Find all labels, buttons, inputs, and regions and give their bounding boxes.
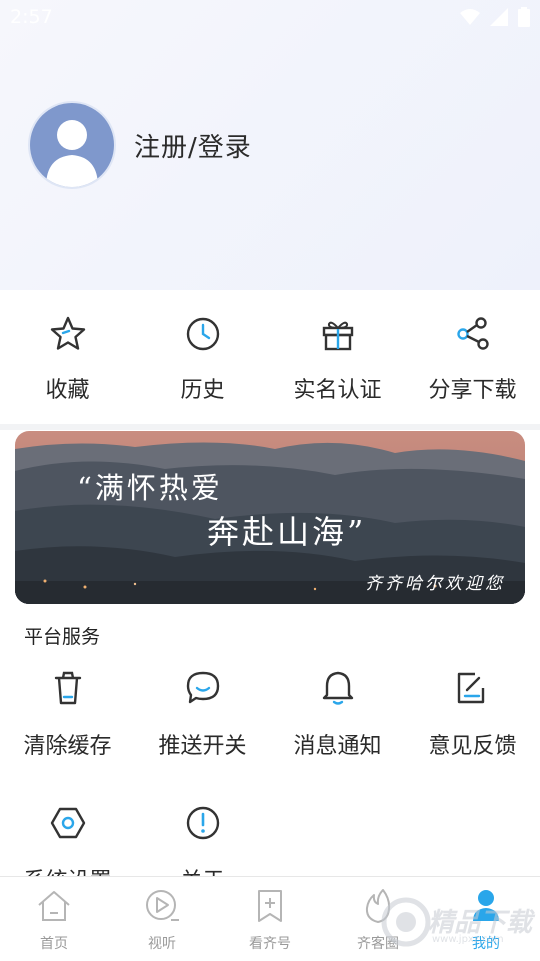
signal-icon bbox=[490, 8, 508, 26]
status-bar: 2:57 bbox=[0, 0, 540, 34]
history-label: 历史 bbox=[180, 378, 225, 403]
push-toggle-button[interactable]: 推送开关 bbox=[135, 668, 270, 760]
notifications-button[interactable]: 消息通知 bbox=[270, 668, 405, 760]
share-download-label: 分享下载 bbox=[428, 378, 517, 403]
quick-actions: 收藏 历史 实名认证 分享下载 bbox=[0, 292, 540, 424]
platform-services-title: 平台服务 bbox=[24, 626, 101, 648]
share-icon bbox=[456, 317, 489, 350]
push-toggle-label: 推送开关 bbox=[158, 734, 247, 759]
profile-header: 2:57 注册/登录 bbox=[0, 0, 540, 290]
banner-welcome: 齐齐哈尔欢迎您 bbox=[365, 574, 505, 594]
wifi-icon bbox=[460, 9, 480, 25]
clear-cache-label: 清除缓存 bbox=[23, 734, 112, 759]
bookmark-plus-icon bbox=[258, 890, 282, 922]
tab-kanqi-label: 看齐号 bbox=[249, 936, 291, 952]
play-icon bbox=[146, 890, 179, 921]
bottom-tab-bar: 首页 视听 看齐号 齐客圈 我的 bbox=[0, 876, 540, 961]
tab-home[interactable]: 首页 bbox=[0, 877, 108, 961]
trash-icon bbox=[54, 671, 81, 705]
flame-icon bbox=[365, 889, 391, 923]
login-register-link[interactable]: 注册/登录 bbox=[134, 127, 252, 164]
battery-icon bbox=[518, 7, 530, 27]
tab-mine[interactable]: 我的 bbox=[432, 877, 540, 961]
clock-icon bbox=[186, 317, 219, 351]
clear-cache-button[interactable]: 清除缓存 bbox=[0, 668, 135, 760]
feedback-label: 意见反馈 bbox=[428, 734, 517, 759]
edit-icon bbox=[457, 672, 484, 704]
services-row-1: 清除缓存 推送开关 消息通知 意见反馈 bbox=[0, 668, 540, 760]
tab-video-label: 视听 bbox=[148, 936, 176, 952]
home-icon bbox=[38, 891, 70, 921]
section-divider bbox=[0, 424, 540, 430]
star-icon bbox=[50, 316, 85, 350]
feedback-button[interactable]: 意见反馈 bbox=[405, 668, 540, 760]
banner-headline-2: 奔赴山海” bbox=[207, 513, 367, 551]
notifications-label: 消息通知 bbox=[293, 734, 382, 759]
tab-mine-label: 我的 bbox=[472, 936, 500, 952]
chat-bubble-icon bbox=[186, 671, 219, 704]
history-button[interactable]: 历史 bbox=[135, 292, 270, 424]
tab-video[interactable]: 视听 bbox=[108, 877, 216, 961]
favorites-button[interactable]: 收藏 bbox=[0, 292, 135, 424]
tab-circle-label: 齐客圈 bbox=[357, 936, 399, 952]
banner-headline: “满怀热爱 bbox=[77, 471, 223, 505]
status-icons bbox=[460, 7, 530, 27]
tab-circle[interactable]: 齐客圈 bbox=[324, 877, 432, 961]
realname-auth-button[interactable]: 实名认证 bbox=[270, 292, 405, 424]
gift-icon bbox=[322, 321, 353, 351]
tab-home-label: 首页 bbox=[40, 936, 68, 952]
realname-auth-label: 实名认证 bbox=[293, 378, 382, 403]
tab-kanqi[interactable]: 看齐号 bbox=[216, 877, 324, 961]
status-time: 2:57 bbox=[10, 6, 53, 28]
avatar[interactable] bbox=[30, 103, 114, 187]
info-icon bbox=[186, 806, 219, 840]
default-user-avatar-icon bbox=[46, 120, 98, 187]
share-download-button[interactable]: 分享下载 bbox=[405, 292, 540, 424]
favorites-label: 收藏 bbox=[45, 378, 90, 403]
bell-icon bbox=[322, 671, 353, 705]
user-icon bbox=[473, 890, 499, 921]
promo-banner[interactable]: “满怀热爱 奔赴山海” 齐齐哈尔欢迎您 bbox=[15, 431, 525, 604]
hexagon-settings-icon bbox=[50, 807, 85, 839]
